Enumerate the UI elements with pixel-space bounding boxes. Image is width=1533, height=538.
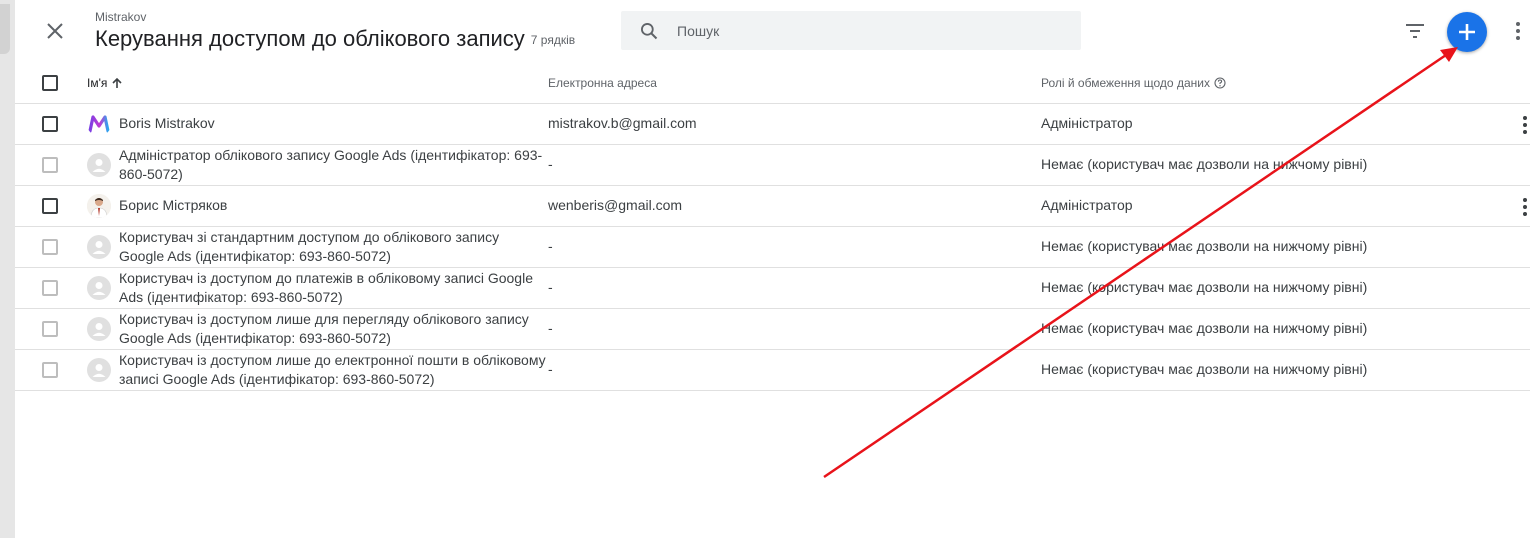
avatar bbox=[87, 194, 111, 218]
user-role: Адміністратор bbox=[1041, 197, 1133, 213]
user-email: - bbox=[548, 238, 553, 254]
select-all-checkbox[interactable] bbox=[42, 75, 58, 91]
table-row[interactable]: Boris Mistrakov mistrakov.b@gmail.com Ад… bbox=[15, 104, 1530, 145]
avatar bbox=[87, 153, 111, 177]
person-icon bbox=[92, 241, 106, 254]
search-bar[interactable] bbox=[621, 11, 1081, 50]
search-input[interactable] bbox=[677, 11, 1067, 50]
column-header-roles: Ролі й обмеження щодо даних bbox=[1041, 76, 1226, 90]
user-email: - bbox=[548, 279, 553, 295]
row-count: 7 рядків bbox=[530, 33, 576, 47]
user-email: - bbox=[548, 361, 553, 377]
access-management-dialog: Mistrakov Керування доступом до обліково… bbox=[15, 0, 1533, 538]
table-row[interactable]: Користувач зі стандартним доступом до об… bbox=[15, 227, 1530, 268]
page-title-line: Керування доступом до облікового запису 7… bbox=[95, 26, 575, 52]
row-checkbox[interactable] bbox=[42, 280, 58, 296]
page-title: Керування доступом до облікового запису bbox=[95, 26, 525, 51]
plus-icon bbox=[1459, 24, 1475, 40]
user-name: Борис Містряков bbox=[119, 197, 228, 213]
avatar bbox=[87, 358, 111, 382]
help-outline-icon[interactable] bbox=[1214, 77, 1226, 89]
user-name: Користувач із доступом лише для перегляд… bbox=[119, 311, 529, 346]
table-row[interactable]: Користувач із доступом лише до електронн… bbox=[15, 350, 1530, 391]
person-icon bbox=[92, 159, 106, 172]
user-role: Немає (користувач має дозволи на нижчому… bbox=[1041, 320, 1368, 336]
user-email: wenberis@gmail.com bbox=[548, 197, 683, 213]
users-table: Ім'я Електронна адреса Ролі й обмеження … bbox=[15, 62, 1530, 391]
more-vert-icon bbox=[1523, 198, 1527, 216]
search-icon bbox=[641, 23, 658, 40]
table-header: Ім'я Електронна адреса Ролі й обмеження … bbox=[15, 62, 1530, 104]
user-email: - bbox=[548, 320, 553, 336]
row-more-button[interactable] bbox=[1519, 197, 1531, 217]
close-button[interactable] bbox=[43, 19, 67, 43]
user-logo-icon bbox=[88, 115, 110, 133]
column-header-name[interactable]: Ім'я bbox=[87, 76, 123, 90]
user-photo-icon bbox=[87, 194, 111, 218]
avatar bbox=[87, 235, 111, 259]
user-role: Немає (користувач має дозволи на нижчому… bbox=[1041, 279, 1368, 295]
row-checkbox[interactable] bbox=[42, 239, 58, 255]
user-email: - bbox=[548, 156, 553, 172]
user-name: Адміністратор облікового запису Google A… bbox=[119, 147, 543, 182]
row-more-button[interactable] bbox=[1519, 115, 1531, 135]
more-vert-icon bbox=[1516, 22, 1520, 40]
user-name: Користувач зі стандартним доступом до об… bbox=[119, 229, 500, 264]
table-row[interactable]: Користувач із доступом лише для перегляд… bbox=[15, 309, 1530, 350]
user-role: Адміністратор bbox=[1041, 115, 1133, 131]
close-icon bbox=[47, 23, 63, 39]
arrow-up-icon bbox=[112, 77, 122, 88]
person-icon bbox=[92, 323, 106, 336]
avatar bbox=[87, 112, 111, 136]
person-icon bbox=[92, 282, 106, 295]
row-checkbox[interactable] bbox=[42, 321, 58, 337]
more-options-button[interactable] bbox=[1510, 20, 1526, 42]
user-role: Немає (користувач має дозволи на нижчому… bbox=[1041, 238, 1368, 254]
user-name: Boris Mistrakov bbox=[119, 115, 215, 131]
account-name: Mistrakov bbox=[95, 10, 147, 24]
row-checkbox[interactable] bbox=[42, 116, 58, 132]
user-role: Немає (користувач має дозволи на нижчому… bbox=[1041, 156, 1368, 172]
filter-icon bbox=[1406, 24, 1424, 38]
table-row[interactable]: Борис Містряков wenberis@gmail.com Адмін… bbox=[15, 186, 1530, 227]
user-name: Користувач із доступом до платежів в обл… bbox=[119, 270, 533, 305]
row-checkbox[interactable] bbox=[42, 362, 58, 378]
user-role: Немає (користувач має дозволи на нижчому… bbox=[1041, 361, 1368, 377]
row-checkbox[interactable] bbox=[42, 198, 58, 214]
person-icon bbox=[92, 364, 106, 377]
table-row[interactable]: Адміністратор облікового запису Google A… bbox=[15, 145, 1530, 186]
row-checkbox[interactable] bbox=[42, 157, 58, 173]
user-name: Користувач із доступом лише до електронн… bbox=[119, 352, 546, 387]
filter-button[interactable] bbox=[1403, 21, 1427, 41]
column-header-email: Електронна адреса bbox=[548, 76, 657, 90]
background-panel bbox=[0, 0, 15, 538]
user-email: mistrakov.b@gmail.com bbox=[548, 115, 697, 131]
table-row[interactable]: Користувач із доступом до платежів в обл… bbox=[15, 268, 1530, 309]
avatar bbox=[87, 317, 111, 341]
avatar bbox=[87, 276, 111, 300]
more-vert-icon bbox=[1523, 116, 1527, 134]
add-user-button[interactable] bbox=[1447, 12, 1487, 52]
